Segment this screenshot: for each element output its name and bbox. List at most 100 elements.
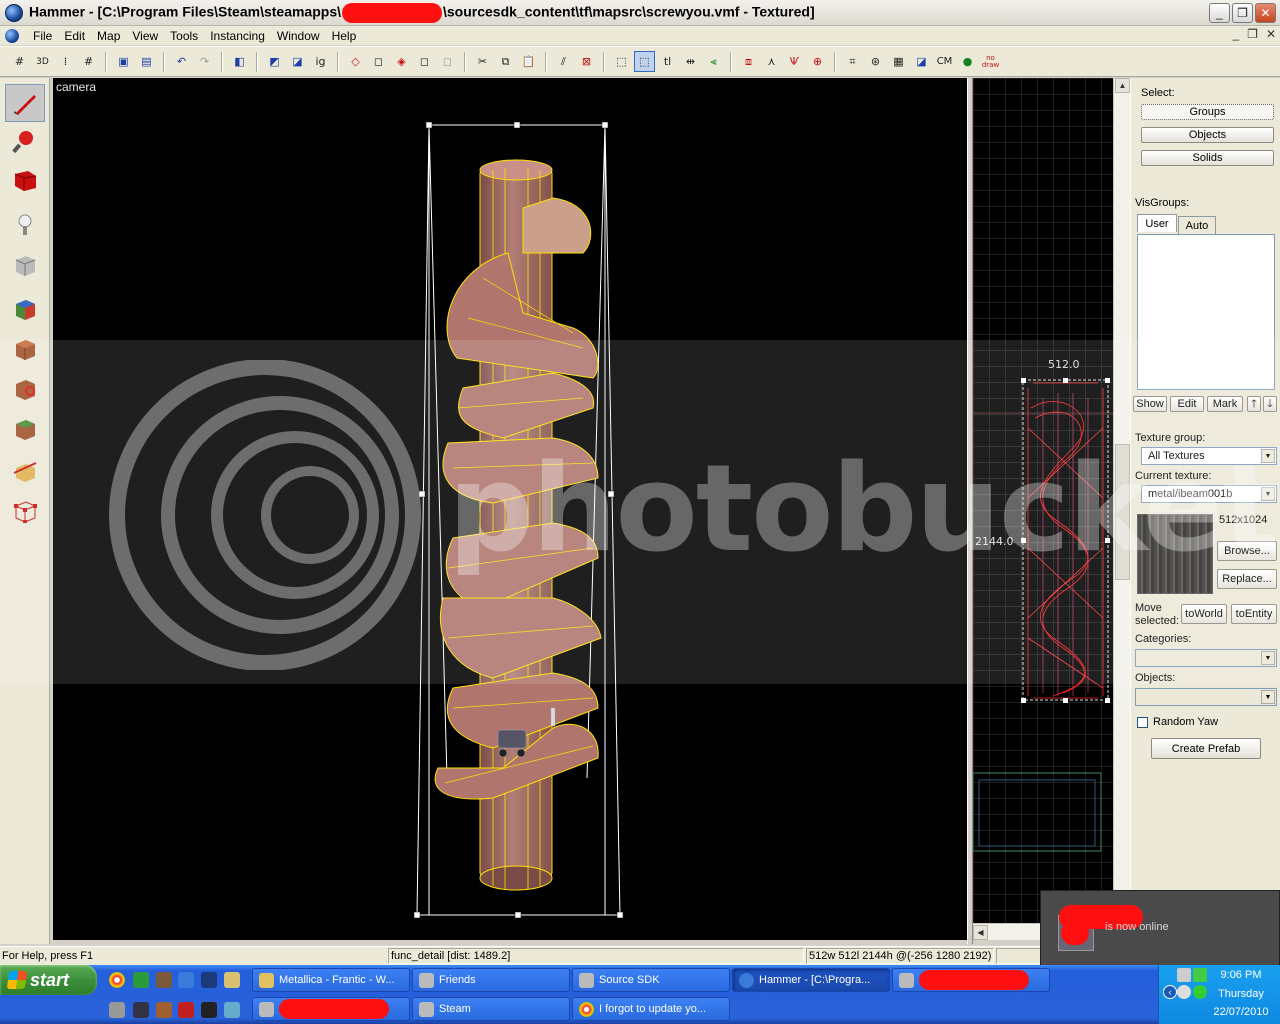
cube-red-icon[interactable]: ◈	[391, 51, 412, 72]
grid-icon[interactable]: #	[9, 51, 30, 72]
clock-time[interactable]: 9:06 PM	[1205, 969, 1277, 981]
undo-icon[interactable]: ↶	[171, 51, 192, 72]
sdk-icon[interactable]	[178, 1002, 194, 1018]
document-icon[interactable]	[5, 28, 19, 43]
quicklaunch-icon[interactable]	[224, 1002, 240, 1018]
select-groups-button[interactable]: Groups	[1141, 104, 1274, 120]
task-source-sdk[interactable]: Source SDK	[572, 968, 730, 992]
steam-notification[interactable]: is now online	[1040, 890, 1280, 966]
tab-auto[interactable]: Auto	[1178, 216, 1216, 234]
menu-window[interactable]: Window	[271, 29, 326, 43]
categories-select[interactable]: ▼	[1135, 649, 1277, 667]
tab-user[interactable]: User	[1137, 214, 1177, 232]
redo-icon[interactable]: ↷	[194, 51, 215, 72]
cube-wire-icon[interactable]: ◻	[368, 51, 389, 72]
toggle-helpers-icon[interactable]: ⊛	[865, 51, 886, 72]
ungroup-icon[interactable]: ▤	[136, 51, 157, 72]
to-entity-button[interactable]: toEntity	[1231, 604, 1277, 624]
camera-viewport[interactable]: camera	[53, 78, 967, 940]
to-world-button[interactable]: toWorld	[1181, 604, 1227, 624]
cube-faded-icon[interactable]: ◻	[437, 51, 458, 72]
texture-lock-icon[interactable]: ⫽	[553, 51, 574, 72]
grid-viewport[interactable]: 512.0 2144.0	[973, 78, 1113, 923]
texture-preview[interactable]	[1137, 514, 1213, 594]
entity-tool[interactable]	[5, 206, 45, 244]
carve-icon[interactable]: ◧	[229, 51, 250, 72]
scroll-left-icon[interactable]: ◀	[973, 925, 988, 940]
apply-current-texture-tool[interactable]	[5, 330, 45, 368]
grid-vertical-scrollbar[interactable]: ▲	[1113, 78, 1130, 923]
start-button[interactable]: start	[0, 965, 97, 995]
texture-group-select[interactable]: All Textures ▼	[1141, 447, 1277, 465]
replace-button[interactable]: Replace...	[1217, 569, 1277, 589]
task-steam[interactable]: Steam	[412, 997, 570, 1021]
dropdown-arrow-icon[interactable]: ▼	[1261, 690, 1275, 704]
clipping-tool[interactable]	[5, 452, 45, 490]
current-texture-select[interactable]: metal/ibeam001b ▼	[1141, 485, 1277, 503]
mdi-close-icon[interactable]: ✕	[1266, 27, 1276, 41]
select-all-icon[interactable]: ⬚	[611, 51, 632, 72]
tray-icon[interactable]	[1177, 985, 1191, 999]
task-metallica[interactable]: Metallica - Frantic - W...	[252, 968, 410, 992]
show-all-icon[interactable]: ◪	[287, 51, 308, 72]
mdi-minimize-icon[interactable]: _	[1232, 27, 1239, 41]
texture-application-tool[interactable]	[5, 290, 45, 328]
photoshop-icon[interactable]	[201, 972, 217, 988]
scroll-thumb[interactable]	[1115, 444, 1130, 580]
hammer-quicklaunch-icon[interactable]	[156, 972, 172, 988]
overlay-tool[interactable]	[5, 410, 45, 448]
menu-instancing[interactable]: Instancing	[204, 29, 271, 43]
check-problems-icon[interactable]: ⊕	[807, 51, 828, 72]
dropdown-arrow-icon[interactable]: ▼	[1261, 449, 1275, 463]
explorer-icon[interactable]	[178, 972, 194, 988]
browse-button[interactable]: Browse...	[1217, 541, 1277, 561]
mdi-restore-icon[interactable]: ❐	[1247, 27, 1258, 41]
dot-grid-icon[interactable]: ⁞	[55, 51, 76, 72]
model-icon[interactable]: ◪	[911, 51, 932, 72]
entity-report-icon[interactable]: Ѱ	[784, 51, 805, 72]
load-window-icon[interactable]: ⧈	[738, 51, 759, 72]
decal-tool[interactable]	[5, 370, 45, 408]
random-yaw-checkbox[interactable]	[1137, 717, 1148, 728]
quicklaunch-icon[interactable]	[156, 1002, 172, 1018]
visgroup-edit-button[interactable]: Edit	[1170, 396, 1204, 412]
move-down-icon[interactable]: 🡓	[1263, 396, 1277, 412]
flip-icon[interactable]: ⫷	[703, 51, 724, 72]
toggle-selection-icon[interactable]: ⬚	[634, 51, 655, 72]
pencil-icon[interactable]	[224, 972, 240, 988]
no-draw-icon[interactable]: no draw	[980, 51, 1001, 72]
hide-selection-icon[interactable]: ◩	[264, 51, 285, 72]
3d-grid-icon[interactable]: 3D	[32, 51, 53, 72]
select-objects-button[interactable]: Objects	[1141, 127, 1274, 143]
grid-plus-icon[interactable]: #	[78, 51, 99, 72]
task-chrome[interactable]: I forgot to update yo...	[572, 997, 730, 1021]
cordon-icon[interactable]: ▦	[888, 51, 909, 72]
menu-tools[interactable]: Tools	[164, 29, 204, 43]
dropdown-arrow-icon[interactable]: ▼	[1261, 487, 1275, 501]
quicklaunch-icon[interactable]	[201, 1002, 217, 1018]
align-icon[interactable]: ⇹	[680, 51, 701, 72]
move-up-icon[interactable]: 🡑	[1247, 396, 1261, 412]
menu-edit[interactable]: Edit	[58, 29, 91, 43]
chrome-icon[interactable]	[109, 972, 125, 988]
group-icon[interactable]: ▣	[113, 51, 134, 72]
copy-icon[interactable]: ⧉	[495, 51, 516, 72]
vertex-icon[interactable]: ⋏	[761, 51, 782, 72]
measure-icon[interactable]: ⌗	[842, 51, 863, 72]
select-solids-button[interactable]: Solids	[1141, 150, 1274, 166]
ignore-group-icon[interactable]: ig	[310, 51, 331, 72]
hammer-app-icon[interactable]	[5, 3, 23, 22]
scroll-up-icon[interactable]: ▲	[1115, 78, 1130, 93]
task-redacted-2[interactable]	[252, 997, 410, 1021]
quicklaunch-icon[interactable]	[133, 1002, 149, 1018]
menu-view[interactable]: View	[126, 29, 164, 43]
app-quicklaunch-icon[interactable]	[133, 972, 149, 988]
cubemap-icon[interactable]: CM	[934, 51, 955, 72]
magnify-tool[interactable]	[5, 122, 45, 160]
texture-scale-lock-icon[interactable]: ⊠	[576, 51, 597, 72]
close-button[interactable]: ✕	[1255, 3, 1276, 23]
steam-tray-icon[interactable]	[1177, 968, 1191, 982]
menu-map[interactable]: Map	[91, 29, 126, 43]
camera-tool[interactable]	[5, 161, 45, 199]
quicklaunch-icon[interactable]	[109, 1002, 125, 1018]
